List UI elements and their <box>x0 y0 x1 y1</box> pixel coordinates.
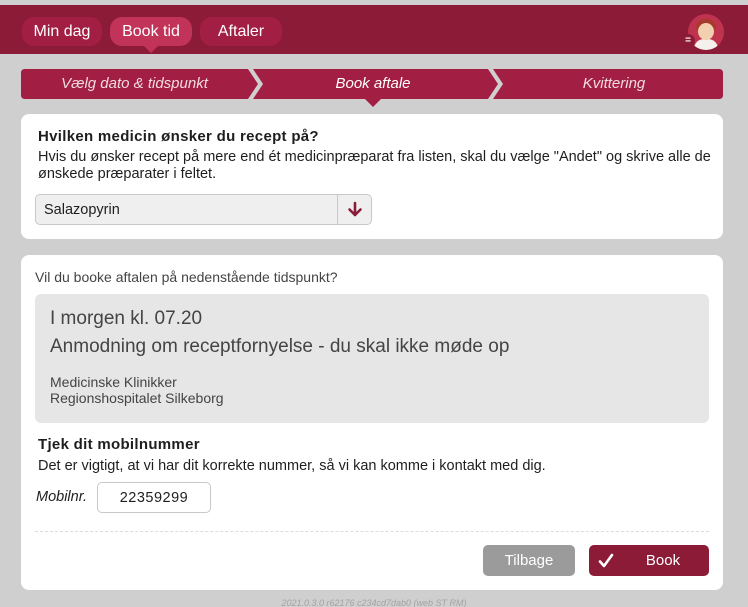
step-choose-date: Vælg dato & tidspunkt <box>61 75 208 92</box>
phone-heading: Tjek dit mobilnummer <box>38 436 200 453</box>
step-book-appointment: Book aftale <box>335 75 411 92</box>
checkmark-icon <box>598 553 614 568</box>
hospital-name: Regionshospitalet Silkeborg <box>50 390 224 406</box>
step-receipt: Kvittering <box>582 75 646 92</box>
clinic-name: Medicinske Klinikker <box>50 374 177 390</box>
medicine-selected-value: Salazopyrin <box>44 202 120 218</box>
nav-min-dag[interactable]: Min dag <box>22 17 102 46</box>
booking-card: Vil du booke aftalen på nedenstående tid… <box>21 255 723 590</box>
dropdown-arrow-button[interactable] <box>337 195 371 224</box>
arrow-down-icon <box>348 201 362 217</box>
phone-help-text: Det er vigtigt, at vi har dit korrekte n… <box>38 458 546 474</box>
appointment-type: Anmodning om receptfornyelse - du skal i… <box>50 336 510 357</box>
back-button[interactable]: Tilbage <box>483 545 575 576</box>
menu-badge-icon[interactable]: = <box>681 34 695 48</box>
medicine-question-heading: Hvilken medicin ønsker du recept på? <box>38 128 319 145</box>
book-button-label: Book <box>645 552 681 569</box>
avatar-body <box>694 39 718 50</box>
phone-label: Mobilnr. <box>36 489 88 505</box>
appointment-summary: I morgen kl. 07.20 Anmodning om receptfo… <box>35 294 709 423</box>
medicine-help-text: Hvis du ønsker recept på mere end ét med… <box>38 149 711 182</box>
avatar-face <box>698 23 714 40</box>
step-active-pointer <box>365 99 381 107</box>
phone-input[interactable] <box>97 482 211 513</box>
appointment-time: I morgen kl. 07.20 <box>50 308 203 329</box>
booking-question: Vil du booke aftalen på nedenstående tid… <box>35 269 338 285</box>
divider <box>35 531 709 532</box>
medicine-card: Hvilken medicin ønsker du recept på? Hvi… <box>21 114 723 239</box>
top-navigation-bar: Min dag Book tid Aftaler <box>0 5 748 54</box>
medicine-select[interactable]: Salazopyrin <box>35 194 372 225</box>
nav-aftaler[interactable]: Aftaler <box>200 17 282 46</box>
book-button[interactable]: Book <box>589 545 709 576</box>
nav-book-tid[interactable]: Book tid <box>110 17 192 53</box>
version-footer: 2021.0.3.0 r62176 c234cd7dab0 (web ST RM… <box>281 598 467 607</box>
booking-progress-steps: Vælg dato & tidspunkt Book aftale Kvitte… <box>21 69 723 107</box>
